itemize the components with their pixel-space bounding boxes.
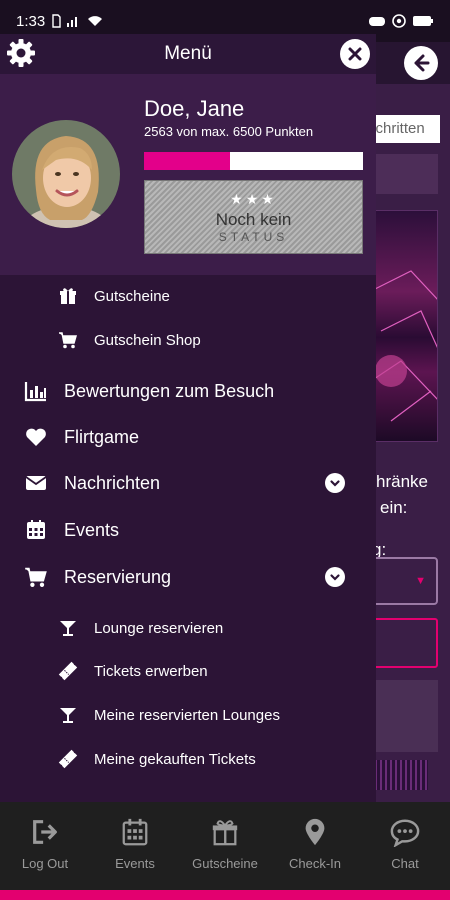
ticket-icon bbox=[58, 749, 78, 769]
menu-item[interactable]: Gutschein Shop bbox=[0, 320, 376, 360]
sim-icon bbox=[51, 14, 61, 28]
close-icon bbox=[348, 47, 362, 61]
nav-item-label: Log Out bbox=[21, 856, 69, 871]
background-card bbox=[370, 154, 438, 194]
menu-item-label: Gutschein Shop bbox=[94, 331, 201, 349]
envelope-icon bbox=[24, 471, 48, 495]
nav-item[interactable]: Check-In bbox=[270, 802, 360, 890]
nav-item-label: Events bbox=[115, 856, 155, 871]
wifi-icon bbox=[87, 15, 103, 27]
background-text: ein: bbox=[380, 498, 408, 517]
status-subtext: STATUS bbox=[218, 229, 289, 244]
cocktail-icon bbox=[58, 618, 78, 638]
nav-item-label: Gutscheine bbox=[192, 856, 258, 871]
at-icon bbox=[392, 14, 406, 28]
drawer-header: Menü Doe, Jane 2563 von max. 6500 Punkte… bbox=[0, 34, 376, 275]
status-text: Noch kein bbox=[215, 209, 292, 229]
drawer-titlebar: Menü bbox=[0, 34, 376, 74]
gift-icon bbox=[210, 817, 240, 847]
back-arrow-icon[interactable] bbox=[404, 46, 438, 80]
calendar-icon bbox=[24, 518, 48, 542]
menu-item[interactable]: Nachrichten bbox=[0, 461, 376, 505]
map-pin-icon bbox=[300, 817, 330, 847]
background-event-image bbox=[370, 210, 438, 442]
nav-item[interactable]: Chat bbox=[360, 802, 450, 890]
close-button[interactable] bbox=[340, 39, 370, 69]
navigation-drawer: Menü Doe, Jane 2563 von max. 6500 Punkte… bbox=[0, 34, 376, 802]
stars-icon: ★★★ bbox=[230, 190, 277, 207]
menu-item-label: Lounge reservieren bbox=[94, 619, 224, 637]
nav-item-label: Chat bbox=[391, 856, 419, 871]
heart-icon bbox=[24, 425, 48, 449]
menu-item[interactable]: Gutscheine bbox=[0, 276, 376, 316]
menu-item[interactable]: Tickets erwerben bbox=[0, 651, 376, 691]
menu-item-label: Events bbox=[64, 519, 120, 540]
points-progress-bar bbox=[144, 152, 363, 170]
menu-item-label: Nachrichten bbox=[64, 472, 161, 493]
nav-item[interactable]: Events bbox=[90, 802, 180, 890]
menu-item-label: Bewertungen zum Besuch bbox=[64, 380, 275, 401]
calendar-icon bbox=[120, 817, 150, 847]
cocktail-icon bbox=[58, 705, 78, 725]
menu-item[interactable]: Meine reservierten Lounges bbox=[0, 695, 376, 735]
points-text: 2563 von max. 6500 Punkten bbox=[144, 124, 314, 139]
menu-item[interactable]: Flirtgame bbox=[0, 415, 376, 459]
chat-bubble-icon bbox=[390, 817, 420, 847]
gift-icon bbox=[58, 286, 78, 306]
bar-chart-icon bbox=[24, 379, 48, 403]
cart-icon bbox=[24, 565, 48, 589]
gamepad-icon bbox=[368, 15, 386, 27]
menu-item[interactable]: Reservierung bbox=[0, 555, 376, 599]
status-time: 1:33 bbox=[16, 12, 46, 30]
menu-item-label: Gutscheine bbox=[94, 287, 170, 305]
cart-icon bbox=[58, 330, 78, 350]
chevron-down-icon[interactable] bbox=[325, 567, 345, 587]
chevron-down-icon[interactable] bbox=[325, 473, 345, 493]
nav-item[interactable]: Gutscheine bbox=[180, 802, 270, 890]
menu-item-label: Flirtgame bbox=[64, 426, 140, 447]
accent-strip bbox=[0, 890, 450, 900]
menu-item-label: Meine reservierten Lounges bbox=[94, 706, 280, 724]
signal-icon bbox=[67, 15, 81, 27]
status-badge: ★★★ Noch kein STATUS bbox=[144, 180, 363, 254]
drawer-title: Menü bbox=[164, 43, 212, 64]
logout-icon bbox=[30, 817, 60, 847]
menu-item[interactable]: Bewertungen zum Besuch bbox=[0, 369, 376, 413]
bottom-navigation: Log Out Events Gutscheine Check-In Chat bbox=[0, 802, 450, 890]
gear-icon[interactable] bbox=[6, 38, 36, 68]
menu-item-label: Meine gekauften Tickets bbox=[94, 750, 256, 768]
menu-item-label: Tickets erwerben bbox=[94, 662, 208, 680]
menu-item-label: Reservierung bbox=[64, 566, 172, 587]
menu-item[interactable]: Meine gekauften Tickets bbox=[0, 739, 376, 779]
menu-item[interactable]: Events bbox=[0, 508, 376, 552]
menu-item[interactable]: Lounge reservieren bbox=[0, 608, 376, 648]
ticket-icon bbox=[58, 661, 78, 681]
battery-icon bbox=[412, 15, 434, 27]
dropdown-arrow-icon: ▼ bbox=[415, 575, 426, 587]
nav-item[interactable]: Log Out bbox=[0, 802, 90, 890]
nav-item-label: Check-In bbox=[288, 856, 342, 871]
background-pattern bbox=[372, 760, 428, 790]
avatar[interactable] bbox=[12, 120, 120, 228]
user-name: Doe, Jane bbox=[144, 96, 245, 121]
points-progress-fill bbox=[144, 152, 231, 170]
background-text: hränke bbox=[376, 472, 428, 491]
